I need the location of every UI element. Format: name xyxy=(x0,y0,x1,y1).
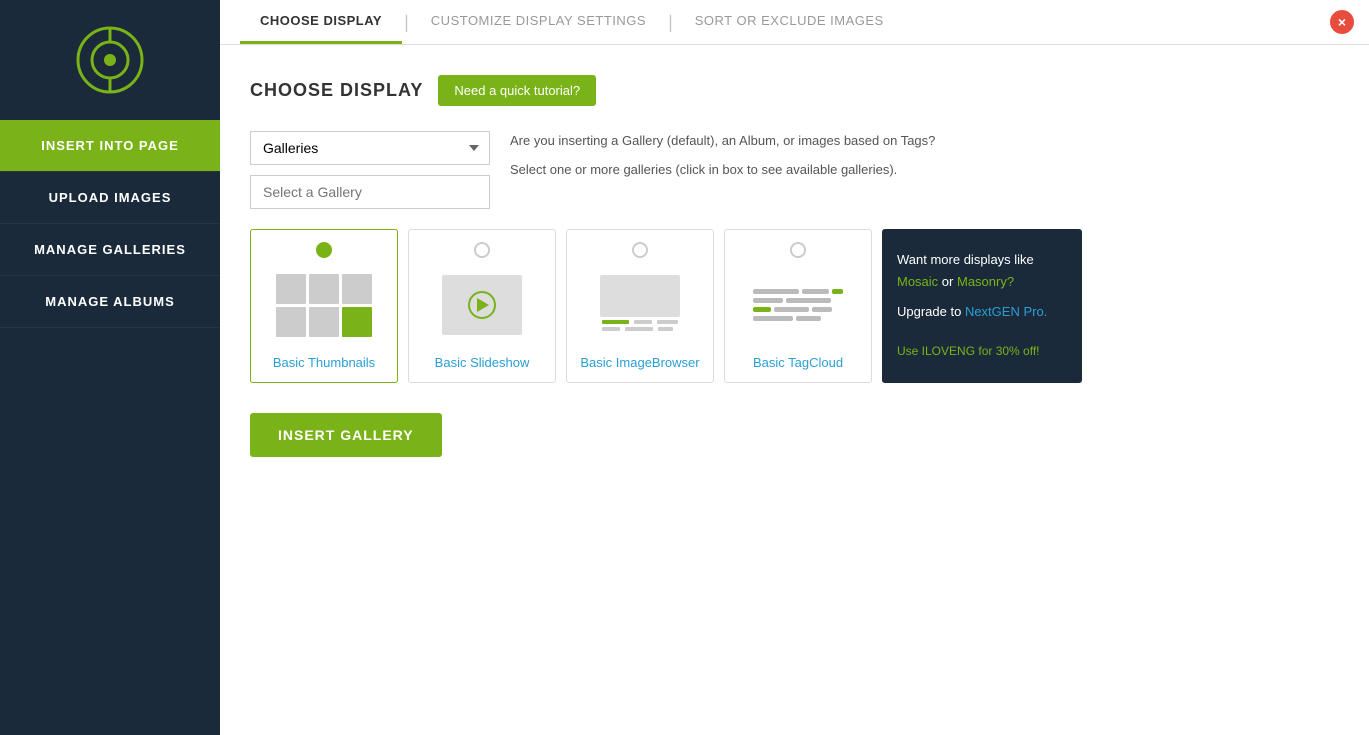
basic-tagcloud-label: Basic TagCloud xyxy=(753,355,843,370)
sidebar-item-insert-into-page[interactable]: Insert Into Page xyxy=(0,120,220,172)
info-text-area: Are you inserting a Gallery (default), a… xyxy=(510,131,935,181)
promo-link-masonry[interactable]: Masonry? xyxy=(957,274,1014,289)
content-area: Choose Display Need a quick tutorial? Ga… xyxy=(220,45,1369,735)
tab-separator-2: | xyxy=(668,12,673,33)
promo-text-1: Want more displays like Mosaic or Masonr… xyxy=(897,249,1067,293)
sidebar: Insert Into Page Upload Images Manage Ga… xyxy=(0,0,220,735)
basic-tagcloud-icon xyxy=(743,265,853,345)
basic-imagebrowser-icon xyxy=(585,265,695,345)
sidebar-nav: Insert Into Page Upload Images Manage Ga… xyxy=(0,120,220,328)
radio-basic-imagebrowser xyxy=(632,242,648,258)
promo-card: Want more displays like Mosaic or Masonr… xyxy=(882,229,1082,383)
display-card-basic-slideshow[interactable]: Basic Slideshow xyxy=(408,229,556,383)
page-title: Choose Display xyxy=(250,80,423,101)
promo-text-2: Upgrade to NextGEN Pro. xyxy=(897,301,1067,323)
tab-separator-1: | xyxy=(404,12,409,33)
dropdown-container: Galleries Albums Tags xyxy=(250,131,490,209)
tab-bar: Choose Display | Customize Display Setti… xyxy=(220,0,1369,45)
radio-basic-slideshow xyxy=(474,242,490,258)
radio-basic-thumbnails xyxy=(316,242,332,258)
page-title-row: Choose Display Need a quick tutorial? xyxy=(250,75,1339,106)
basic-slideshow-icon xyxy=(427,265,537,345)
basic-thumbnails-label: Basic Thumbnails xyxy=(273,355,375,370)
tab-sort-or-exclude-images[interactable]: Sort or Exclude Images xyxy=(675,0,904,44)
basic-thumbnails-icon xyxy=(269,265,379,345)
promo-coupon: Use ILOVENG for 30% off! xyxy=(897,341,1067,361)
gallery-select-input[interactable] xyxy=(250,175,490,209)
sidebar-item-manage-galleries[interactable]: Manage Galleries xyxy=(0,224,220,276)
tab-customize-display-settings[interactable]: Customize Display Settings xyxy=(411,0,666,44)
tutorial-button[interactable]: Need a quick tutorial? xyxy=(438,75,596,106)
tab-choose-display[interactable]: Choose Display xyxy=(240,0,402,44)
logo xyxy=(70,20,150,100)
display-card-basic-thumbnails[interactable]: Basic Thumbnails xyxy=(250,229,398,383)
insert-gallery-button[interactable]: Insert Gallery xyxy=(250,413,442,457)
display-options: Basic Thumbnails Basic Slideshow xyxy=(250,229,1339,383)
main-panel: Choose Display | Customize Display Setti… xyxy=(220,0,1369,735)
promo-link-nextgen-pro[interactable]: NextGEN Pro. xyxy=(965,304,1047,319)
display-card-basic-tagcloud[interactable]: Basic TagCloud xyxy=(724,229,872,383)
display-card-basic-imagebrowser[interactable]: Basic ImageBrowser xyxy=(566,229,714,383)
promo-link-mosaic[interactable]: Mosaic xyxy=(897,274,938,289)
sidebar-item-upload-images[interactable]: Upload Images xyxy=(0,172,220,224)
radio-basic-tagcloud xyxy=(790,242,806,258)
info-text-1: Are you inserting a Gallery (default), a… xyxy=(510,131,935,152)
basic-imagebrowser-label: Basic ImageBrowser xyxy=(580,355,699,370)
gallery-type-select[interactable]: Galleries Albums Tags xyxy=(250,131,490,165)
close-button[interactable]: × xyxy=(1330,10,1354,34)
dropdown-row: Galleries Albums Tags Are you inserting … xyxy=(250,131,1339,209)
info-text-2: Select one or more galleries (click in b… xyxy=(510,160,935,181)
sidebar-item-manage-albums[interactable]: Manage Albums xyxy=(0,276,220,328)
basic-slideshow-label: Basic Slideshow xyxy=(435,355,530,370)
